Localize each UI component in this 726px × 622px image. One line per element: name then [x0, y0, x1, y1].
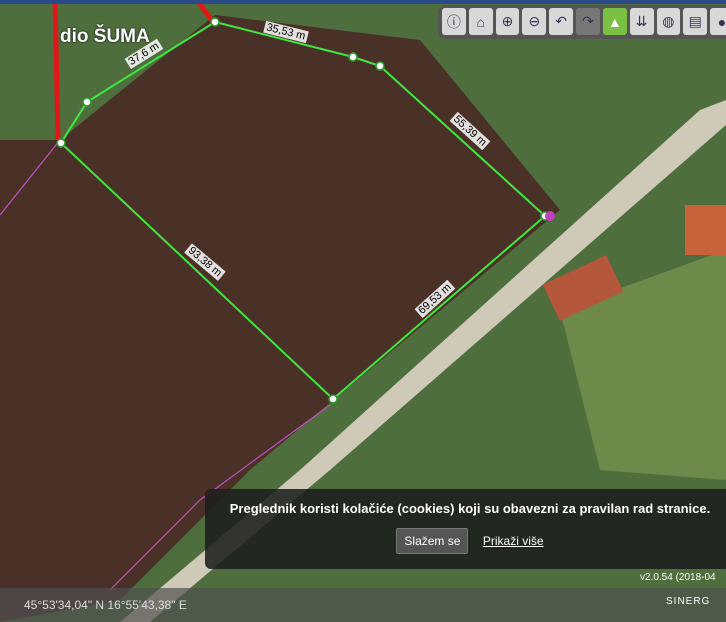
measure-distance-icon[interactable]: ⇊ — [629, 8, 654, 35]
status-bar: 45°53'34,04" N 16°55'43,38" E SINERG — [0, 588, 726, 622]
cookie-message: Preglednik koristi kolačiće (cookies) ko… — [229, 501, 711, 516]
version-text: v2.0.54 (2018-04 — [640, 572, 716, 583]
logo: SINERG — [666, 596, 711, 607]
map-annotation: dio ŠUMA — [60, 26, 150, 47]
zoom-out-icon[interactable]: ⊖ — [522, 8, 547, 35]
cookie-banner: Preglednik koristi kolačiće (cookies) ko… — [205, 489, 726, 569]
show-more-link[interactable]: Prikaži više — [483, 534, 544, 548]
vertex-marker — [545, 211, 555, 221]
home-icon[interactable]: ⌂ — [468, 8, 493, 35]
globe-icon[interactable]: ◍ — [656, 8, 681, 35]
print-icon[interactable]: ▤ — [683, 8, 708, 35]
next-extent-icon[interactable]: ↷ — [576, 8, 600, 35]
measure-area-icon[interactable]: ▲ — [602, 8, 627, 35]
agree-button[interactable]: Slažem se — [396, 528, 469, 554]
map-toolbar: ⓘ ⌂ ⊕ ⊖ ↶ ↷ ▲ ⇊ ◍ ▤ ● — [438, 5, 726, 39]
top-bar — [0, 0, 726, 4]
previous-extent-icon[interactable]: ↶ — [549, 8, 574, 35]
coordinates-readout: 45°53'34,04" N 16°55'43,38" E — [24, 598, 187, 612]
house-roof — [685, 205, 726, 255]
info-pointer-icon[interactable]: ⓘ — [442, 8, 466, 35]
more-icon[interactable]: ● — [710, 8, 726, 35]
zoom-in-icon[interactable]: ⊕ — [495, 8, 520, 35]
